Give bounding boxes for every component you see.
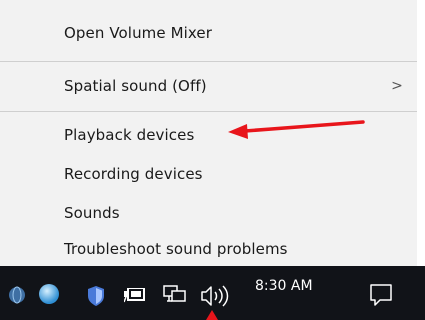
annotation-arrow xyxy=(243,120,365,133)
shield-icon[interactable] xyxy=(88,286,104,306)
notification-icon[interactable] xyxy=(369,283,393,307)
app-icon-sphere[interactable] xyxy=(38,283,62,307)
volume-indicator-arrow xyxy=(206,310,218,320)
taskbar-clock[interactable]: 8:30 AM xyxy=(255,278,313,294)
battery-icon[interactable] xyxy=(124,288,146,304)
network-icon[interactable] xyxy=(163,285,187,305)
app-icon-globe[interactable] xyxy=(8,286,28,306)
volume-icon[interactable] xyxy=(200,285,234,307)
annotation-arrowhead xyxy=(228,124,248,139)
